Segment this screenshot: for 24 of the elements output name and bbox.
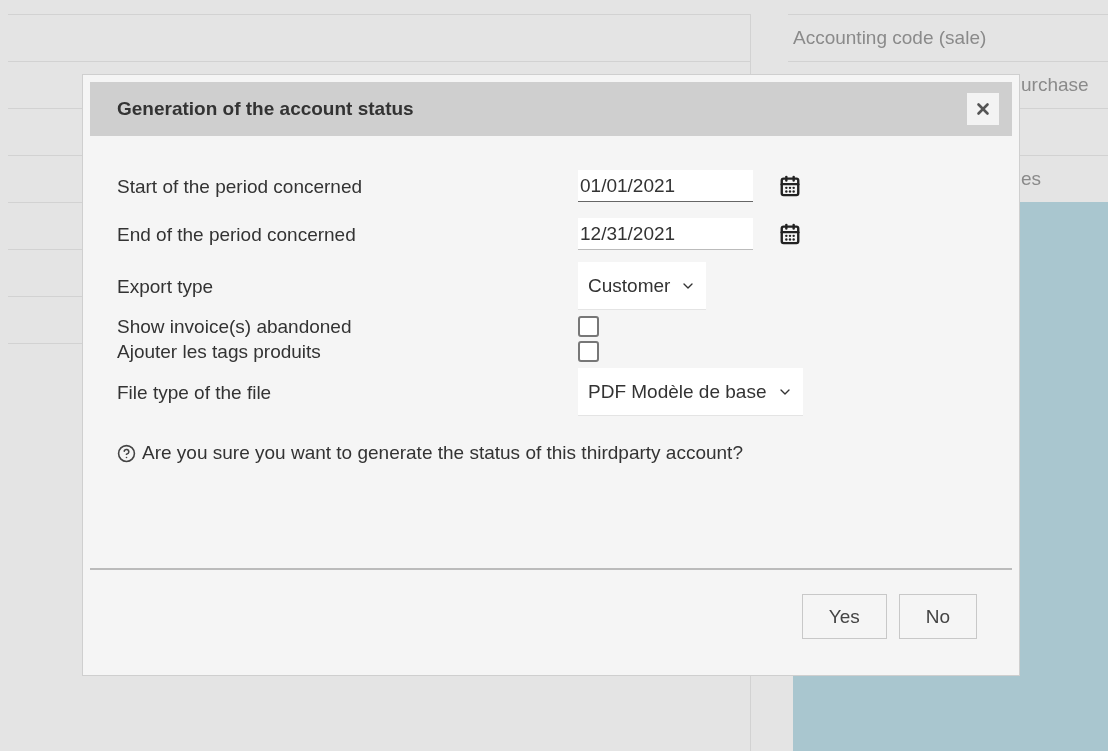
dialog-button[interactable]: Yes (801, 594, 887, 639)
column-label: Accounting code (sale) (793, 27, 987, 49)
checkbox[interactable] (578, 341, 599, 362)
dialog-button[interactable]: No (898, 594, 977, 639)
calendar-icon[interactable] (779, 175, 801, 197)
field-label: Show invoice(s) abandoned (117, 316, 353, 337)
help-icon (117, 443, 136, 463)
column-label: urchase (1021, 74, 1089, 96)
select-field[interactable]: PDF Modèle de base (578, 368, 803, 416)
field-label: Export type (117, 275, 215, 297)
close-icon (974, 100, 992, 118)
field-label: End of the period concerned (117, 223, 357, 245)
field-label: Ajouter les tags produits (117, 341, 322, 362)
column-label: es (1021, 168, 1042, 190)
date-field[interactable]: 12/31/2021 (578, 218, 753, 250)
field-label: File type of the file (117, 381, 273, 403)
select-field[interactable]: Customer (578, 262, 707, 310)
field-label: Start of the period concerned (117, 175, 364, 197)
date-field[interactable]: 01/01/2021 (578, 170, 753, 202)
checkbox[interactable] (578, 316, 599, 337)
confirmation-question: Are you sure you want to generate the status of this thirdparty account? (142, 442, 743, 464)
close-button[interactable] (967, 93, 999, 125)
calendar-icon[interactable] (779, 223, 801, 245)
dialog-title: Generation of the account status (117, 98, 414, 120)
